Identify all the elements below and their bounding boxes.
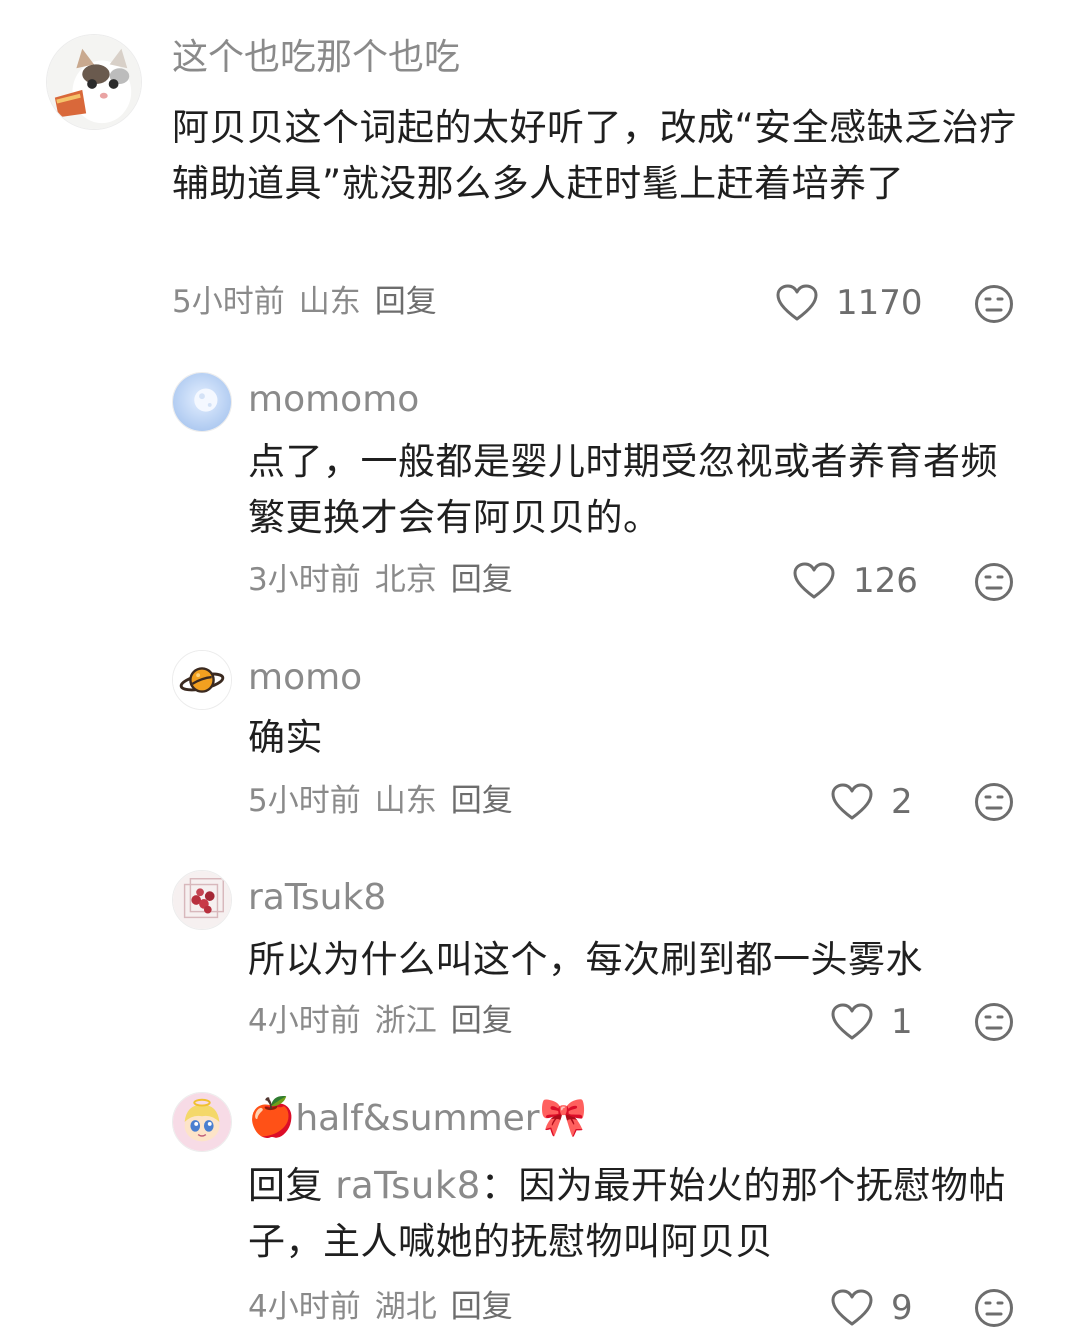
heart-icon (831, 1003, 873, 1040)
comment-location: 山东 (298, 284, 361, 320)
apple-emoji: 🍎 (248, 1095, 296, 1139)
comment-time: 3小时前 (248, 562, 361, 598)
comment-meta: 4小时前 湖北 回复 (248, 1292, 527, 1323)
comment-item: 这个也吃那个也吃 阿贝贝这个词起的太好听了，改成“安全感缺乏治疗辅助道具”就没那… (0, 0, 1080, 340)
like-count: 126 (853, 561, 918, 601)
avatar[interactable] (172, 650, 232, 710)
dislike-face-icon (975, 563, 1013, 601)
username[interactable]: 这个也吃那个也吃 (172, 40, 460, 76)
username[interactable]: raTsuk8 (248, 880, 386, 916)
comment-body: 点了，一般都是婴儿时期受忽视或者养育者频繁更换才会有阿贝贝的。 (248, 440, 998, 539)
cherry-box-avatar-icon (173, 871, 231, 929)
username[interactable]: momo (248, 660, 362, 696)
comment-meta: 3小时前 北京 回复 (248, 565, 527, 596)
like-button[interactable]: 1 (831, 1003, 913, 1041)
heart-icon (793, 562, 835, 599)
avatar[interactable] (172, 870, 232, 930)
reply-item: 🍎half&summer🎀 回复 raTsuk8：因为最开始火的那个抚慰物帖子，… (0, 1082, 1080, 1342)
heart-icon (776, 284, 818, 321)
comment-body: 确实 (248, 716, 323, 759)
reply-button[interactable]: 回复 (375, 284, 437, 320)
like-count: 9 (891, 1288, 913, 1328)
avatar[interactable] (172, 372, 232, 432)
dislike-face-icon (975, 783, 1013, 821)
username[interactable]: momomo (248, 382, 419, 418)
comment-time: 4小时前 (248, 1289, 361, 1325)
avatar[interactable] (46, 34, 142, 130)
username[interactable]: 🍎half&summer🎀 (248, 1098, 587, 1137)
comment-meta: 5小时前 山东 回复 (172, 287, 451, 318)
cartoon-girl-avatar-icon (173, 1093, 231, 1151)
like-button[interactable]: 9 (831, 1289, 913, 1327)
planet-avatar-icon (173, 651, 231, 709)
cat-eating-avatar-icon (47, 35, 141, 129)
dislike-button[interactable] (974, 1288, 1014, 1328)
like-button[interactable]: 2 (831, 783, 913, 821)
like-button[interactable]: 126 (793, 562, 918, 600)
comment-location: 山东 (374, 783, 437, 819)
comment-body: 阿贝贝这个词起的太好听了，改成“安全感缺乏治疗辅助道具”就没那么多人赶时髦上赶着… (172, 106, 1017, 205)
comment-time: 5小时前 (172, 284, 285, 320)
avatar[interactable] (172, 1092, 232, 1152)
comment-location: 湖北 (374, 1289, 437, 1325)
like-count: 1170 (836, 283, 923, 323)
dislike-button[interactable] (974, 562, 1014, 602)
comment-location: 北京 (374, 562, 437, 598)
heart-icon (831, 1289, 873, 1326)
like-count: 1 (891, 1002, 913, 1042)
reply-button[interactable]: 回复 (451, 562, 513, 598)
dislike-face-icon (975, 1289, 1013, 1327)
comment-time: 5小时前 (248, 783, 361, 819)
dislike-button[interactable] (974, 1002, 1014, 1042)
dislike-button[interactable] (974, 782, 1014, 822)
username-text: half&summer (295, 1098, 540, 1139)
dislike-face-icon (975, 285, 1013, 323)
reply-item: raTsuk8 所以为什么叫这个，每次刷到都一头雾水 4小时前 浙江 回复 1 (0, 862, 1080, 1082)
moon-avatar-icon (173, 373, 231, 431)
reply-button[interactable]: 回复 (451, 1289, 513, 1325)
comment-meta: 4小时前 浙江 回复 (248, 1006, 527, 1037)
bow-emoji: 🎀 (539, 1095, 587, 1139)
comment-time: 4小时前 (248, 1003, 361, 1039)
like-count: 2 (891, 782, 913, 822)
comment-meta: 5小时前 山东 回复 (248, 786, 527, 817)
like-button[interactable]: 1170 (776, 284, 923, 322)
heart-icon (831, 783, 873, 820)
reply-item: momo 确实 5小时前 山东 回复 2 (0, 630, 1080, 862)
reply-button[interactable]: 回复 (451, 1003, 513, 1039)
reply-button[interactable]: 回复 (451, 783, 513, 819)
reply-to-username[interactable]: raTsuk8 (335, 1164, 481, 1207)
reply-prefix: 回复 (248, 1164, 323, 1207)
dislike-face-icon (975, 1003, 1013, 1041)
comment-body: 所以为什么叫这个，每次刷到都一头雾水 (248, 938, 923, 981)
reply-item: momomo 点了，一般都是婴儿时期受忽视或者养育者频繁更换才会有阿贝贝的。 3… (0, 340, 1080, 630)
comment-body: 回复 raTsuk8：因为最开始火的那个抚慰物帖子，主人喊她的抚慰物叫阿贝贝 (248, 1158, 1018, 1270)
dislike-button[interactable] (974, 284, 1014, 324)
comment-location: 浙江 (374, 1003, 437, 1039)
